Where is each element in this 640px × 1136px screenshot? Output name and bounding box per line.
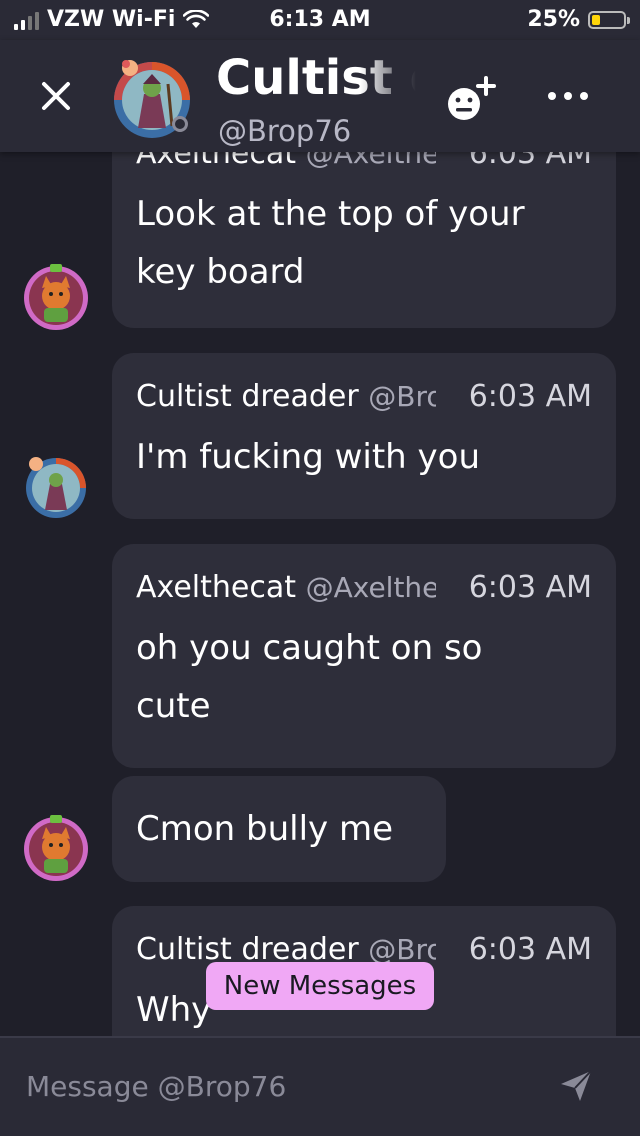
message-composer	[0, 1036, 640, 1136]
close-icon[interactable]	[38, 78, 74, 114]
message-meta: Axelthecat @Axelthecat 6:03 AM	[136, 152, 592, 171]
cat-avatar-icon[interactable]	[22, 264, 90, 332]
message-meta: Axelthecat @Axelthecat 6:03 AM	[136, 570, 592, 605]
cultist-avatar-icon[interactable]	[22, 454, 90, 522]
author-handle: @Axelthecat	[305, 571, 436, 604]
header-avatar[interactable]	[108, 54, 196, 146]
message-text: Cmon bully me	[136, 809, 394, 849]
dm-header: Cultist dreader @Brop76	[0, 40, 640, 152]
status-bar: VZW Wi-Fi 6:13 AM 25%	[0, 0, 640, 40]
message-input[interactable]	[24, 1060, 528, 1112]
add-friend-icon[interactable]	[444, 74, 498, 124]
send-icon[interactable]	[558, 1068, 594, 1104]
author-name: Cultist dreader	[136, 379, 359, 414]
message-time: 6:03 AM	[468, 932, 592, 967]
new-messages-button[interactable]: New Messages	[206, 962, 434, 1010]
status-indicator	[172, 116, 188, 132]
message-time: 6:03 AM	[468, 570, 592, 605]
message-text: Look at the top of your key board	[136, 194, 525, 292]
header-title: Cultist dreader	[216, 50, 416, 106]
message-time: 6:03 AM	[468, 379, 592, 414]
message-bubble[interactable]: Cmon bully me	[112, 776, 446, 882]
message-author[interactable]: Axelthecat @Axelthecat	[136, 570, 436, 605]
battery-percent: 25%	[527, 7, 580, 32]
author-name: Axelthecat	[136, 152, 297, 171]
more-icon[interactable]	[546, 86, 590, 106]
cat-avatar-icon[interactable]	[22, 815, 90, 883]
author-handle: @Axelthecat	[305, 152, 436, 170]
message-text: I'm fucking with you	[136, 437, 481, 477]
message-author[interactable]: Cultist dreader @Brop76	[136, 379, 436, 414]
battery-icon	[588, 10, 630, 29]
message-bubble[interactable]: Cultist dreader @Brop76 6:03 AM I'm fuck…	[112, 353, 616, 519]
message-list[interactable]: Axelthecat @Axelthecat 6:03 AM Look at t…	[0, 152, 640, 1036]
message-author[interactable]: Axelthecat @Axelthecat	[136, 152, 436, 171]
message-time: 6:03 AM	[468, 152, 592, 171]
message-meta: Cultist dreader @Brop76 6:03 AM	[136, 379, 592, 414]
status-right: 25%	[527, 7, 630, 32]
author-handle: @Brop76	[368, 380, 436, 413]
header-handle: @Brop76	[218, 114, 352, 148]
author-name: Axelthecat	[136, 570, 297, 605]
message-bubble[interactable]: Axelthecat @Axelthecat 6:03 AM oh you ca…	[112, 544, 616, 768]
message-text: oh you caught on so cute	[136, 628, 483, 726]
message-bubble[interactable]: Axelthecat @Axelthecat 6:03 AM Look at t…	[112, 152, 616, 328]
battery-fill	[592, 14, 600, 25]
